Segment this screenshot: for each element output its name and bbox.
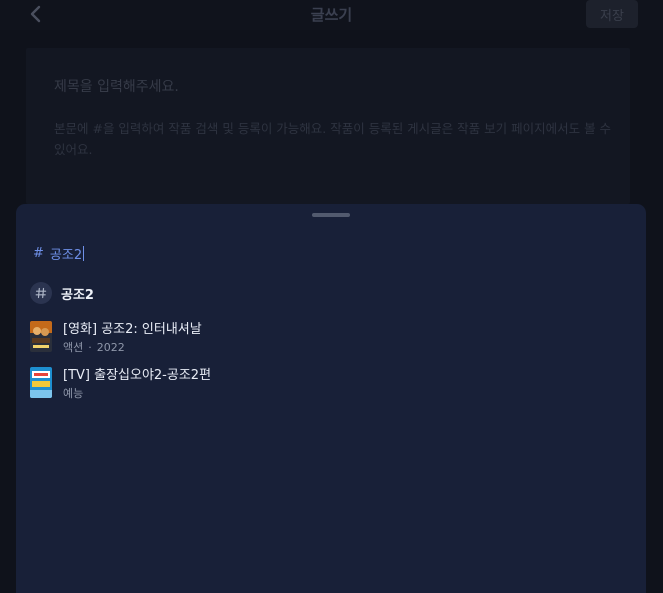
result-title: [영화] 공조2: 인터내셔날 (63, 322, 202, 337)
result-year: 2022 (96, 341, 125, 354)
hashtag-icon (30, 282, 52, 304)
page-title: 글쓰기 (310, 6, 353, 24)
meta-separator: · (88, 341, 92, 354)
result-title: [TV] 출장십오야2-공조2편 (63, 368, 212, 383)
save-button[interactable]: 저장 (586, 0, 638, 28)
sheet-drag-handle[interactable] (312, 213, 350, 217)
result-genre: 액션 (63, 341, 84, 354)
search-result-item[interactable]: [TV] 출장십오야2-공조2편 예능 (30, 367, 211, 401)
result-meta: 예능 (63, 386, 211, 401)
post-editor[interactable]: 제목을 입력해주세요. 본문에 #을 입력하여 작품 검색 및 등록이 가능해요… (26, 48, 630, 204)
hash-glyph-icon (35, 287, 47, 299)
text-caret (83, 246, 85, 261)
tag-suggestion-label: 공조2 (61, 287, 94, 303)
movie-poster-thumbnail (30, 321, 52, 352)
search-result-item[interactable]: [영화] 공조2: 인터내셔날 액션 · 2022 (30, 321, 202, 355)
title-placeholder[interactable]: 제목을 입력해주세요. (54, 76, 179, 96)
tag-query-text: 공조2 (49, 248, 83, 263)
write-post-page: 글쓰기 저장 제목을 입력해주세요. 본문에 #을 입력하여 작품 검색 및 등… (0, 0, 663, 593)
tv-poster-thumbnail (30, 367, 52, 398)
hash-prefix: # (33, 246, 44, 261)
result-meta: 액션 · 2022 (63, 340, 202, 355)
app-header: 글쓰기 저장 (0, 0, 663, 30)
result-genre: 예능 (63, 387, 84, 400)
tag-suggestion-item[interactable]: 공조2 (30, 282, 94, 304)
tag-search-sheet: # 공조2 공조2 [영화] 공조2: 인터내셔날 액션 · 2022 [TV]… (16, 204, 646, 593)
tag-search-input[interactable]: # 공조2 (33, 244, 85, 263)
body-placeholder[interactable]: 본문에 #을 입력하여 작품 검색 및 등록이 가능해요. 작품이 등록된 게시… (54, 118, 614, 160)
